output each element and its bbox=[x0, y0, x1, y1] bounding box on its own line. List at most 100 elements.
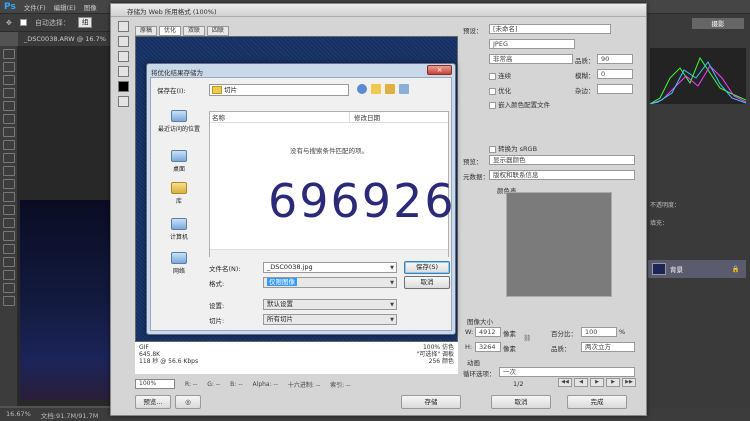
photoshop-logo: Ps bbox=[4, 1, 16, 12]
blur-tool-icon[interactable] bbox=[2, 205, 15, 215]
toggle-slices-icon[interactable] bbox=[117, 96, 129, 107]
last-frame-icon[interactable]: ▶▶ bbox=[622, 378, 636, 387]
nav-icons bbox=[357, 84, 417, 96]
quick-select-tool-icon[interactable] bbox=[2, 88, 15, 98]
save-file-button[interactable]: 保存(S) bbox=[404, 261, 450, 274]
look-in-select[interactable]: 切片 bbox=[209, 84, 349, 96]
srgb-checkbox[interactable] bbox=[489, 145, 496, 153]
hand-tool-icon[interactable] bbox=[117, 21, 129, 32]
slices-select[interactable]: 所有切片 ▼ bbox=[263, 314, 397, 325]
next-frame-icon[interactable]: ▶ bbox=[606, 378, 620, 387]
pen-tool-icon[interactable] bbox=[2, 231, 15, 241]
browser-preview-button[interactable]: ◎ bbox=[175, 395, 201, 409]
place-desktop[interactable]: 桌面 bbox=[155, 150, 203, 173]
link-icon[interactable]: ⛓ bbox=[523, 334, 531, 342]
healing-tool-icon[interactable] bbox=[2, 127, 15, 137]
new-folder-icon[interactable] bbox=[385, 84, 395, 94]
tab-original[interactable]: 原稿 bbox=[135, 26, 158, 36]
workspace-switcher[interactable]: 摄影 bbox=[692, 18, 744, 29]
menu-file[interactable]: 文件(F) bbox=[24, 2, 46, 12]
dialog-title: 存储为 Web 所用格式 (100%) bbox=[111, 4, 646, 17]
format-select[interactable]: JPEG bbox=[489, 39, 575, 49]
tab-4up[interactable]: 四联 bbox=[207, 26, 230, 36]
place-computer[interactable]: 计算机 bbox=[155, 218, 203, 241]
format-select[interactable]: 仅限图像 ▼ bbox=[263, 277, 397, 288]
gradient-tool-icon[interactable] bbox=[2, 192, 15, 202]
crop-tool-icon[interactable] bbox=[2, 101, 15, 111]
resample-select[interactable]: 两次立方 bbox=[581, 342, 635, 352]
filename-input[interactable]: _DSC0038.jpg ▼ bbox=[263, 262, 397, 273]
zoom-tool-icon[interactable] bbox=[117, 51, 129, 62]
menu-image[interactable]: 图像 bbox=[84, 2, 97, 12]
eyedropper-tool-icon[interactable] bbox=[2, 114, 15, 124]
animation-label: 动画 bbox=[467, 359, 480, 367]
play-icon[interactable]: ▶ bbox=[590, 378, 604, 387]
preset-select[interactable]: [未命名] bbox=[489, 24, 611, 34]
auto-select-dropdown[interactable]: 组 bbox=[77, 17, 93, 28]
view-menu-icon[interactable] bbox=[399, 84, 409, 94]
zoom-readout: 16.67% bbox=[6, 410, 31, 418]
loop-select[interactable]: 一次 bbox=[499, 367, 635, 377]
layer-row-background[interactable]: 背景 🔒 bbox=[648, 260, 746, 278]
settings-select[interactable]: 默认设置 ▼ bbox=[263, 299, 397, 310]
hand-tool-icon[interactable] bbox=[2, 283, 15, 293]
embed-profile-checkbox[interactable] bbox=[489, 101, 496, 109]
save-button[interactable]: 存储 bbox=[401, 395, 461, 409]
horizontal-scrollbar[interactable] bbox=[210, 249, 448, 257]
history-brush-tool-icon[interactable] bbox=[2, 166, 15, 176]
cancel-file-button[interactable]: 取消 bbox=[404, 276, 450, 289]
lasso-tool-icon[interactable] bbox=[2, 75, 15, 85]
tab-2up[interactable]: 双联 bbox=[183, 26, 206, 36]
zoom-select[interactable]: 100% bbox=[135, 379, 175, 389]
zoom-tool-icon[interactable] bbox=[2, 296, 15, 306]
col-date[interactable]: 修改日期 bbox=[350, 112, 380, 122]
col-name[interactable]: 名称 bbox=[210, 112, 350, 122]
type-tool-icon[interactable] bbox=[2, 244, 15, 254]
move-tool-icon[interactable] bbox=[2, 49, 15, 59]
quality-input[interactable]: 90 bbox=[597, 54, 633, 64]
animation-controls: ◀◀ ◀ ▶ ▶ ▶▶ bbox=[491, 378, 636, 388]
slice-select-tool-icon[interactable] bbox=[117, 36, 129, 47]
progressive-checkbox[interactable] bbox=[489, 72, 496, 80]
preview-mode-select[interactable]: 显示器颜色 bbox=[489, 155, 635, 165]
readout-alpha: Alpha: -- bbox=[252, 380, 278, 388]
prev-frame-icon[interactable]: ◀ bbox=[574, 378, 588, 387]
dodge-tool-icon[interactable] bbox=[2, 218, 15, 228]
first-frame-icon[interactable]: ◀◀ bbox=[558, 378, 572, 387]
back-icon[interactable] bbox=[357, 84, 367, 94]
auto-select-checkbox[interactable] bbox=[19, 19, 27, 26]
up-folder-icon[interactable] bbox=[371, 84, 381, 94]
quality-label: 品质： bbox=[575, 57, 595, 65]
done-button[interactable]: 完成 bbox=[567, 395, 627, 409]
tab-optimized[interactable]: 优化 bbox=[159, 26, 182, 36]
progressive-label: 连续 bbox=[498, 72, 512, 80]
eyedropper-color-swatch[interactable] bbox=[117, 81, 129, 92]
place-recent[interactable]: 最近访问的位置 bbox=[155, 110, 203, 133]
place-libraries[interactable]: 库 bbox=[155, 182, 203, 205]
marquee-tool-icon[interactable] bbox=[2, 62, 15, 72]
height-input[interactable]: 3264 bbox=[475, 342, 501, 352]
matte-select[interactable] bbox=[597, 84, 633, 94]
close-button[interactable]: × bbox=[427, 65, 452, 75]
layer-name: 背景 bbox=[670, 266, 683, 274]
width-input[interactable]: 4912 bbox=[475, 327, 501, 337]
quality-mode-select[interactable]: 非常高 bbox=[489, 54, 573, 64]
file-list-header: 名称 修改日期 bbox=[210, 112, 448, 123]
path-select-tool-icon[interactable] bbox=[2, 257, 15, 267]
percent-input[interactable]: 100 bbox=[581, 327, 617, 337]
menu-edit[interactable]: 编辑(E) bbox=[54, 2, 76, 12]
place-network[interactable]: 网络 bbox=[155, 252, 203, 275]
metadata-select[interactable]: 版权和联系信息 bbox=[489, 170, 635, 180]
eyedropper-tool-icon[interactable] bbox=[117, 66, 129, 77]
brush-tool-icon[interactable] bbox=[2, 140, 15, 150]
preview-button[interactable]: 预览... bbox=[135, 395, 171, 409]
stamp-tool-icon[interactable] bbox=[2, 153, 15, 163]
eraser-tool-icon[interactable] bbox=[2, 179, 15, 189]
optimized-checkbox[interactable] bbox=[489, 87, 496, 95]
auto-select-label: 自动选择： bbox=[34, 18, 70, 27]
fill-label: 填充： bbox=[650, 220, 669, 227]
color-table[interactable] bbox=[506, 192, 612, 297]
cancel-button[interactable]: 取消 bbox=[491, 395, 551, 409]
shape-tool-icon[interactable] bbox=[2, 270, 15, 280]
blur-input[interactable]: 0 bbox=[597, 69, 633, 79]
